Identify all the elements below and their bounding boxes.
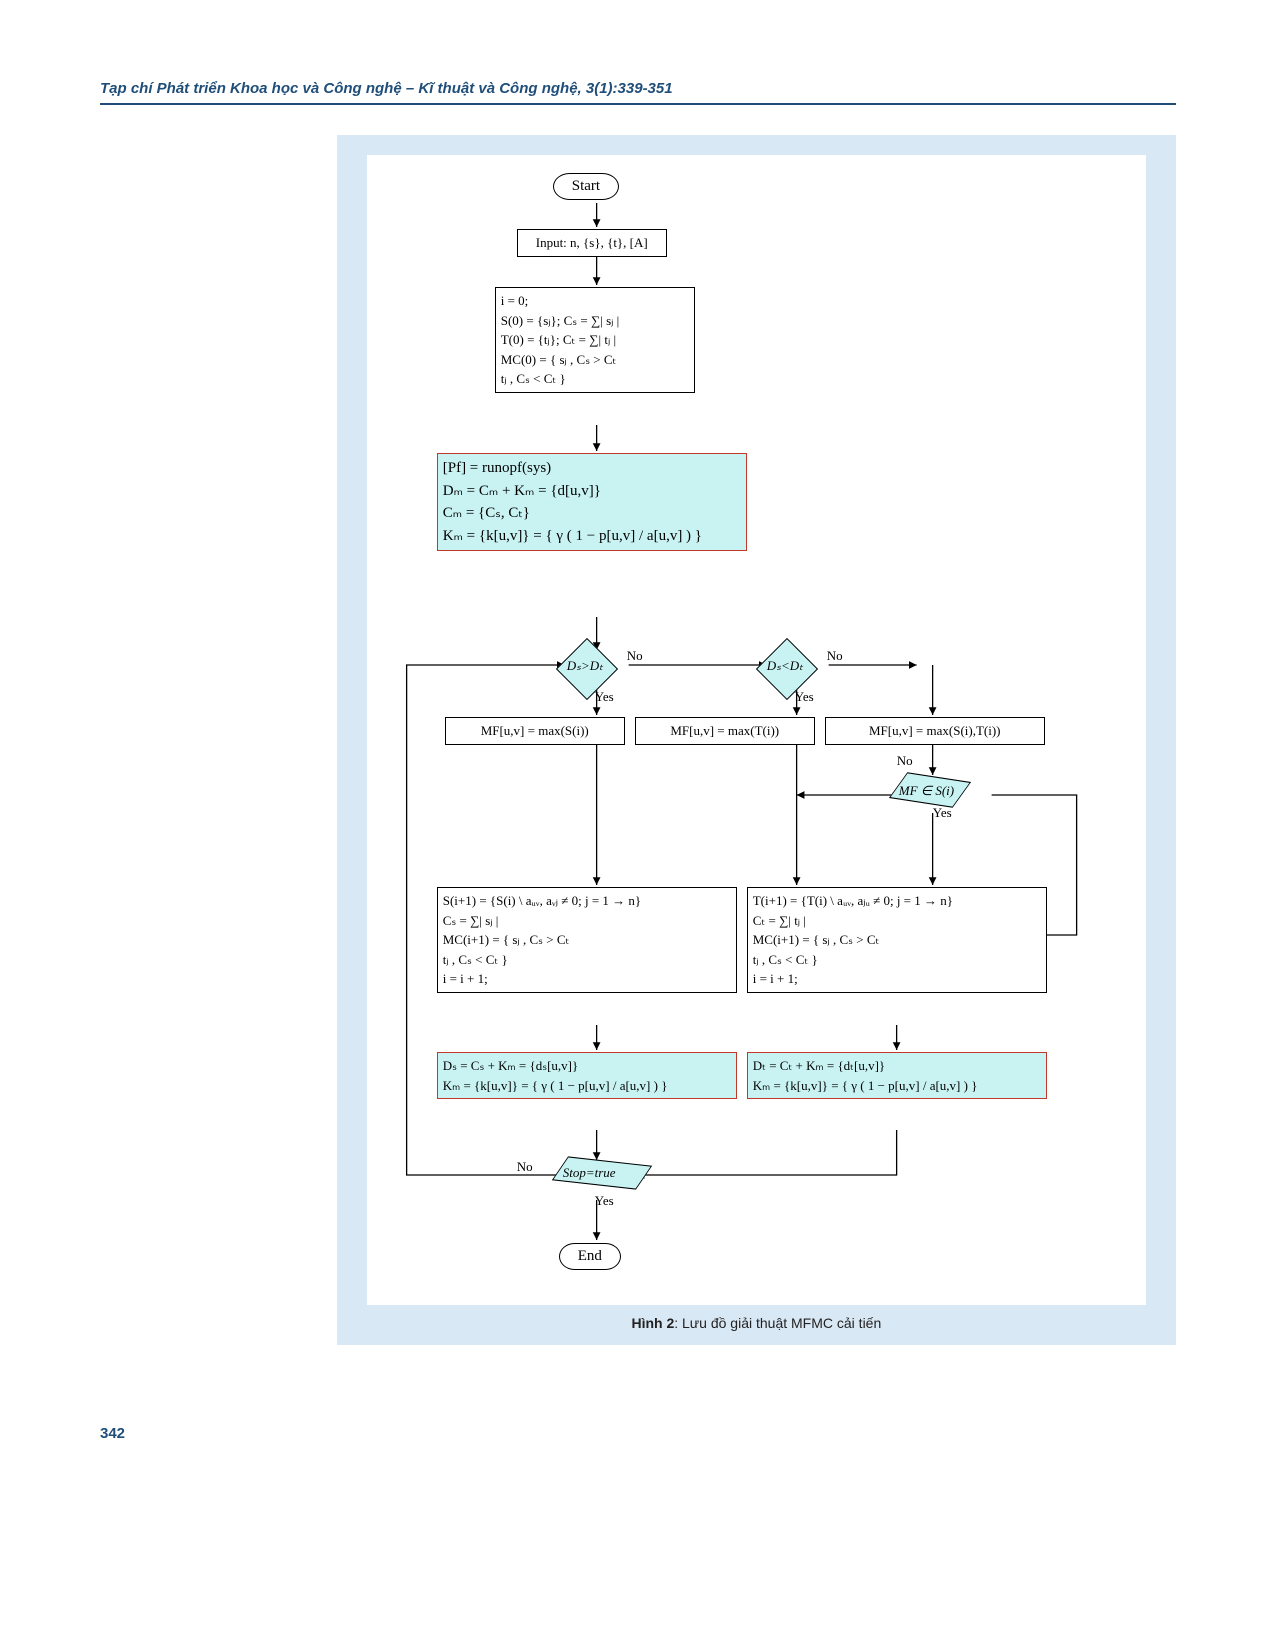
start-terminator: Start — [553, 173, 619, 200]
no-label-1: No — [627, 648, 643, 664]
figure-container: Start Input: n, {s}, {t}, [A] i = 0; S(0… — [337, 135, 1176, 1345]
flowchart: Start Input: n, {s}, {t}, [A] i = 0; S(0… — [367, 155, 1146, 1305]
figure-caption: Hình 2: Lưu đồ giải thuật MFMC cải tiến — [367, 1315, 1146, 1331]
no-label-3: No — [897, 753, 913, 769]
init-node: i = 0; S(0) = {sⱼ}; Cₛ = ∑| sⱼ | T(0) = … — [495, 287, 695, 393]
mf-t-node: MF[u,v] = max(T(i)) — [635, 717, 815, 745]
runopf-node: [Pf] = runopf(sys) Dₘ = Cₘ + Kₘ = {d[u,v… — [437, 453, 747, 551]
update-s-node: S(i+1) = {S(i) \ aᵤᵥ, aᵥⱼ ≠ 0; j = 1 → n… — [437, 887, 737, 993]
end-terminator: End — [559, 1243, 621, 1270]
journal-header: Tạp chí Phát triển Khoa học và Công nghệ… — [100, 80, 1176, 105]
dec-ds-lt-dt-label: Dₛ<Dₜ — [767, 658, 803, 674]
yes-label-4: Yes — [595, 1193, 614, 1209]
no-label-2: No — [827, 648, 843, 664]
ds-box-node: Dₛ = Cₛ + Kₘ = {dₛ[u,v]} Kₘ = {k[u,v]} =… — [437, 1052, 737, 1099]
caption-label: Hình 2 — [631, 1315, 674, 1331]
caption-text: : Lưu đồ giải thuật MFMC cải tiến — [674, 1315, 881, 1331]
dt-box-node: Dₜ = Cₜ + Kₘ = {dₜ[u,v]} Kₘ = {k[u,v]} =… — [747, 1052, 1047, 1099]
yes-label-1: Yes — [595, 689, 614, 705]
yes-label-2: Yes — [795, 689, 814, 705]
no-label-4: No — [517, 1159, 533, 1175]
update-t-node: T(i+1) = {T(i) \ aᵤᵥ, aⱼᵤ ≠ 0; j = 1 → n… — [747, 887, 1047, 993]
dec-ds-gt-dt-label: Dₛ>Dₜ — [567, 658, 603, 674]
yes-label-3: Yes — [933, 805, 952, 821]
dec-mf-in-s-label: MF ∈ S(i) — [899, 783, 954, 799]
mf-s-node: MF[u,v] = max(S(i)) — [445, 717, 625, 745]
page-number: 342 — [100, 1425, 1176, 1442]
dec-stop-label: Stop=true — [563, 1165, 616, 1181]
input-node: Input: n, {s}, {t}, [A] — [517, 229, 667, 257]
mf-st-node: MF[u,v] = max(S(i),T(i)) — [825, 717, 1045, 745]
